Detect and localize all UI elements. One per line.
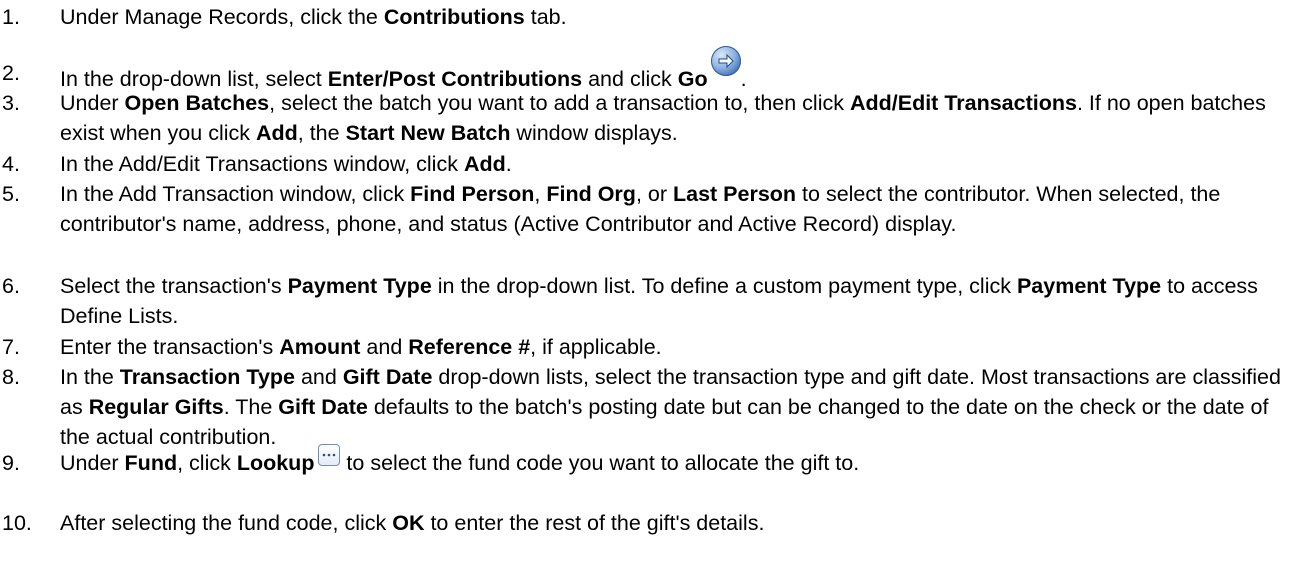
- step-text-run: In the Add/Edit Transactions window, cli…: [60, 152, 464, 176]
- step-text: Enter the transaction's Amount and Refer…: [60, 332, 1295, 362]
- step-text: In the Add Transaction window, click Fin…: [60, 179, 1295, 239]
- step-number: 10.: [2, 511, 32, 535]
- step-bold-term: Find Person: [410, 182, 535, 206]
- step-number: 4.: [2, 152, 20, 176]
- step-text-run: In the: [60, 365, 120, 389]
- step-text: In the Transaction Type and Gift Date dr…: [60, 362, 1295, 452]
- step-bold-term: Gift Date: [278, 395, 368, 419]
- step-text-run: and: [295, 365, 343, 389]
- step-text: After selecting the fund code, click OK …: [60, 508, 1295, 538]
- step-text-run: In the Add Transaction window, click: [60, 182, 411, 206]
- step-number: 8.: [2, 365, 20, 389]
- step-bold-term: Open Batches: [124, 91, 270, 115]
- step-number: 7.: [2, 335, 20, 359]
- step-bold-term: Start New Batch: [345, 121, 511, 145]
- step-bold-term: Contributions: [383, 5, 525, 29]
- step-bold-term: OK: [392, 511, 425, 535]
- step-number: 9.: [2, 451, 20, 475]
- step-text-run: , click: [177, 451, 237, 475]
- step-number: 3.: [2, 91, 20, 115]
- step-text-run: , if applicable.: [530, 335, 662, 359]
- step-bold-term: Fund: [124, 451, 178, 475]
- step-text-run: , or: [635, 182, 673, 206]
- step-text-run: Under Manage Records, click the: [60, 5, 384, 29]
- step-bold-term: Find Org: [546, 182, 636, 206]
- step-text-run: to enter the rest of the gift's details.: [424, 511, 765, 535]
- step-text-run: Select the transaction's: [60, 274, 288, 298]
- instruction-steps: 1. Under Manage Records, click the Contri…: [0, 0, 1299, 575]
- step-text-run: tab.: [524, 5, 567, 29]
- step-text-run: Under: [60, 91, 125, 115]
- step-bold-term: Add: [463, 152, 506, 176]
- step-bold-term: Amount: [279, 335, 361, 359]
- step-bold-term: Payment Type: [287, 274, 432, 298]
- step-number: 2.: [2, 61, 20, 85]
- step-bold-term: Transaction Type: [119, 365, 295, 389]
- step-bold-term: Gift Date: [342, 365, 433, 389]
- step-text-run: After selecting the fund code, click: [60, 511, 393, 535]
- step-bold-term: Last Person: [672, 182, 797, 206]
- lookup-ellipsis-icon: [318, 444, 341, 466]
- step-number: 1.: [2, 5, 20, 29]
- step-text-run: in the drop-down list. To define a custo…: [431, 274, 1017, 298]
- step-number: 5.: [2, 182, 20, 206]
- step-text-run: , select the batch you want to add a tra…: [269, 91, 850, 115]
- step-text-run: window displays.: [510, 121, 678, 145]
- step-bold-term: Add/Edit Transactions: [849, 91, 1077, 115]
- step-text-run: ,: [534, 182, 547, 206]
- step-text: Under Fund, click Lookup to select the f…: [60, 444, 1295, 478]
- go-arrow-icon: [710, 46, 741, 76]
- step-text: Under Manage Records, click the Contribu…: [60, 2, 1295, 32]
- step-text-run: , the: [297, 121, 346, 145]
- step-bold-term: Payment Type: [1016, 274, 1162, 298]
- step-text: In the Add/Edit Transactions window, cli…: [60, 149, 1295, 179]
- step-bold-term: Lookup: [236, 451, 315, 475]
- step-text-run: . The: [223, 395, 279, 419]
- step-text: Under Open Batches, select the batch you…: [60, 88, 1295, 148]
- step-text-run: and: [360, 335, 409, 359]
- step-text-run: .: [505, 152, 512, 176]
- step-bold-term: Reference #: [408, 335, 531, 359]
- step-text-run: to select the fund code you want to allo…: [340, 451, 860, 475]
- step-text-run: Enter the transaction's: [60, 335, 280, 359]
- step-bold-term: Regular Gifts: [88, 395, 224, 419]
- step-number: 6.: [2, 274, 20, 298]
- step-bold-term: Add: [255, 121, 298, 145]
- step-text-run: Under: [60, 451, 125, 475]
- step-text: Select the transaction's Payment Type in…: [60, 271, 1295, 331]
